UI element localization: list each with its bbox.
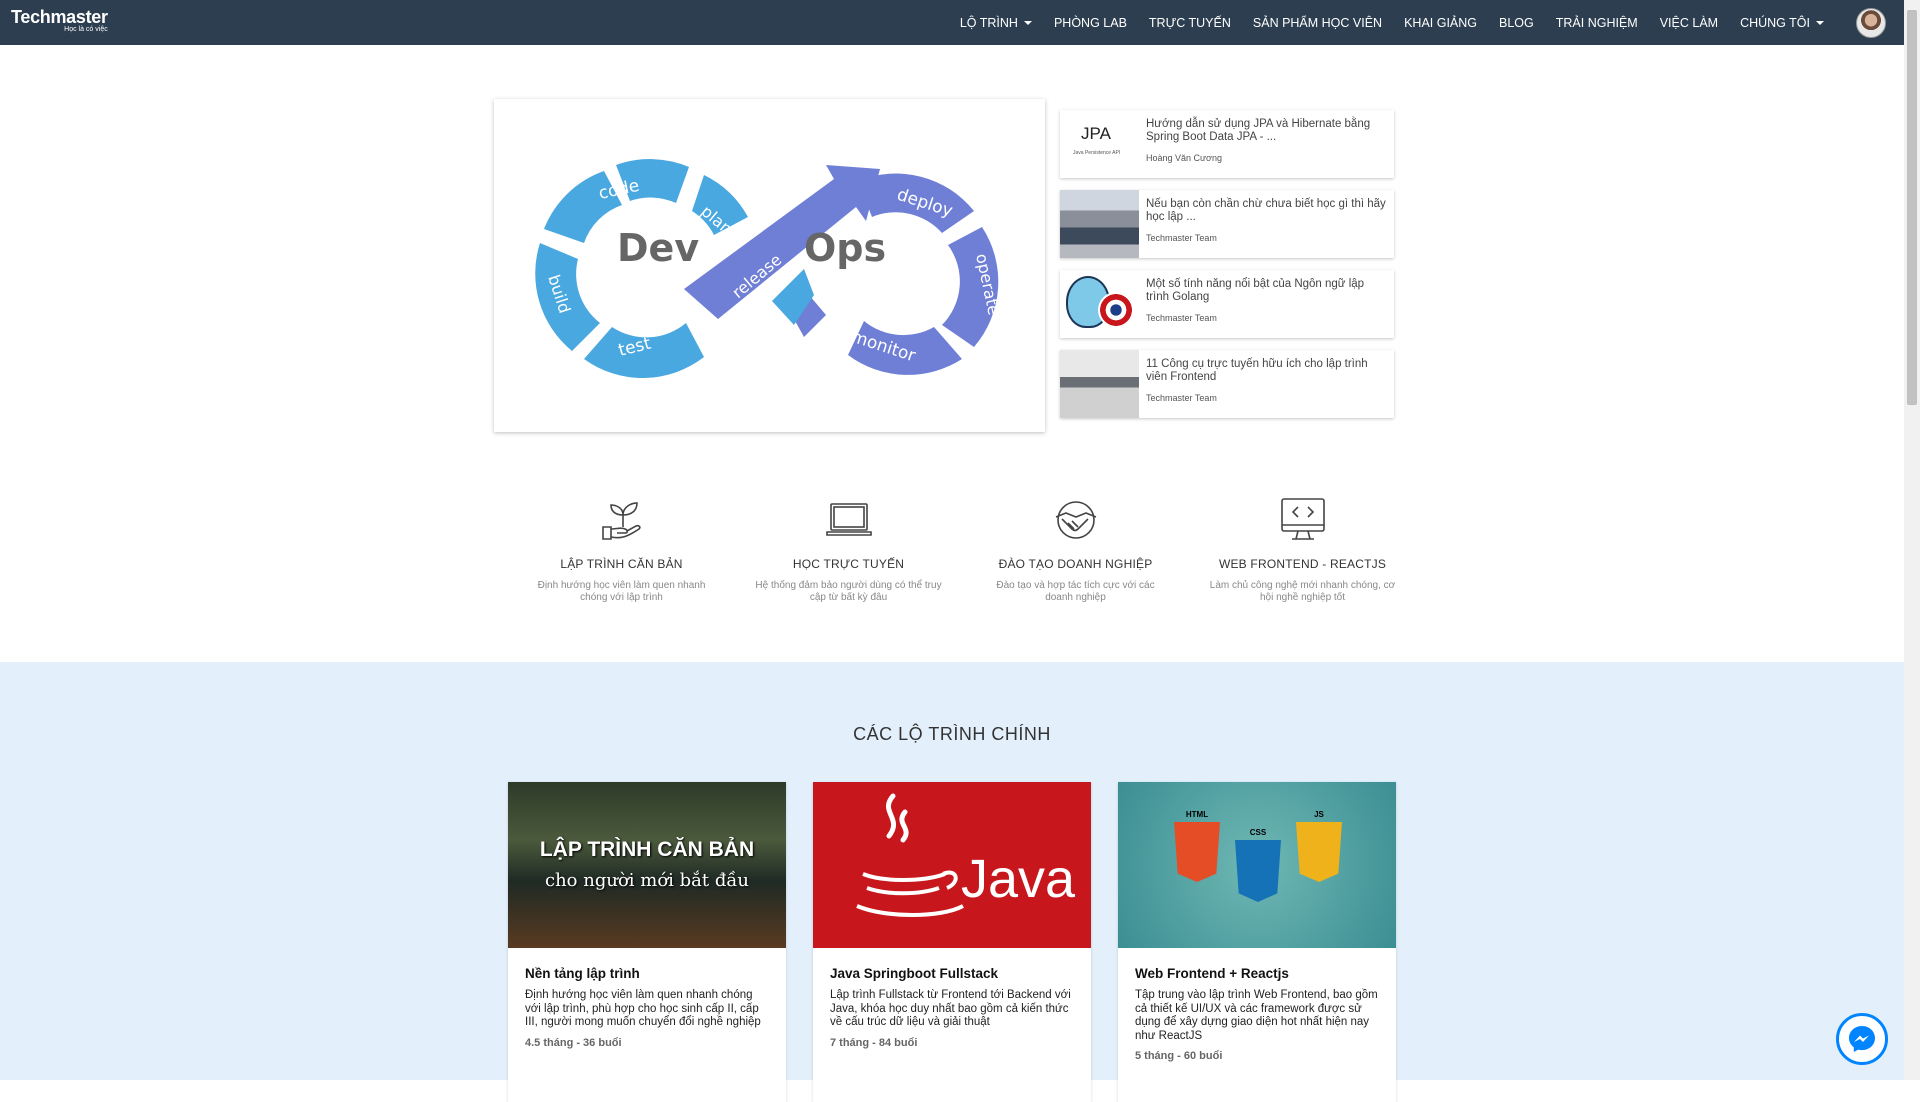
course-card[interactable]: Java Java Springboot Fullstack Lập trình… [813, 782, 1091, 1102]
caret-down-icon [1023, 20, 1032, 25]
nav-item-viec-lam[interactable]: VIỆC LÀM [1660, 16, 1718, 30]
post-title[interactable]: Nếu bạn còn chần chừ chưa biết học gì th… [1146, 198, 1386, 224]
nav-item-label: VIỆC LÀM [1659, 15, 1719, 30]
feature-item: ĐÀO TẠO DOANH NGHIỆP Đào tạo và hợp tác … [962, 494, 1189, 604]
post-thumbnail [1060, 270, 1139, 338]
feature-desc: Hệ thống đảm bảo người dùng có thể truy … [755, 580, 942, 603]
nav-item-label: BLOG [1499, 15, 1534, 30]
nav-item-trai-nghiem[interactable]: TRẢI NGHIỆM [1556, 16, 1638, 30]
nav-item-truc-tuyen[interactable]: TRỰC TUYẾN [1149, 16, 1231, 30]
java-logo-text: Java [961, 849, 1076, 909]
section-title: CÁC LỘ TRÌNH CHÍNH [853, 724, 1051, 744]
nav-item-label: TRẢI NGHIỆM [1555, 15, 1638, 30]
nav-item-san-pham-hoc-vien[interactable]: SẢN PHẨM HỌC VIÊN [1253, 16, 1382, 30]
feature-desc: Làm chủ công nghệ mới nhanh chóng, cơ hộ… [1209, 580, 1396, 603]
messenger-chat-button[interactable] [1836, 1013, 1888, 1065]
course-card[interactable]: LẬP TRÌNH CĂN BẢN cho người mới bắt đầu … [508, 782, 786, 1102]
js-badge-label: JS [1314, 810, 1324, 819]
nav-item-blog[interactable]: BLOG [1499, 16, 1534, 30]
nav-item-label: SẢN PHẨM HỌC VIÊN [1252, 15, 1383, 30]
nav-item-label: LỘ TRÌNH [959, 15, 1018, 30]
nav-item-phong-lab[interactable]: PHÒNG LAB [1054, 16, 1127, 30]
course-card[interactable]: HTML CSS JS Web Frontend + Reactjs Tập t… [1118, 782, 1396, 1102]
top-navbar: Techmaster Học là có việc LỘ TRÌNH PHÒNG… [0, 0, 1904, 45]
feature-title: ĐÀO TẠO DOANH NGHIỆP [998, 557, 1153, 571]
course-name[interactable]: Nền tảng lập trình [525, 966, 769, 981]
post-card[interactable]: Một số tính năng nổi bật của Ngôn ngữ lậ… [1060, 270, 1394, 338]
caret-down-icon [1816, 20, 1824, 25]
post-thumbnail [1060, 190, 1139, 258]
jpa-logo-subtext: Java Persistence API [1073, 150, 1121, 156]
course-desc: Định hướng học viên làm quen nhanh chóng… [525, 989, 761, 1028]
messenger-icon [1849, 1026, 1875, 1052]
jpa-logo-text: JPA [1081, 124, 1111, 143]
feature-desc: Đào tạo và hợp tác tích cực với các doan… [996, 580, 1155, 603]
post-thumbnail: JPA Java Persistence API [1060, 110, 1139, 178]
feature-title: HỌC TRỰC TUYẾN [792, 557, 905, 571]
code-monitor-icon [1189, 494, 1416, 546]
laptop-icon [735, 494, 962, 546]
feature-item: HỌC TRỰC TUYẾN Hệ thống đảm bảo người dù… [735, 494, 962, 604]
post-card[interactable]: Nếu bạn còn chần chừ chưa biết học gì th… [1060, 190, 1394, 258]
nav-menu: LỘ TRÌNH PHÒNG LAB TRỰC TUYẾN SẢN PHẨM H… [938, 0, 1824, 45]
brand-logo[interactable]: Techmaster Học là có việc [11, 7, 108, 34]
nav-item-label: CHÚNG TÔI [1740, 15, 1810, 30]
course-image: Java [813, 782, 1091, 948]
post-title[interactable]: Một số tính năng nổi bật của Ngôn ngữ lậ… [1146, 278, 1386, 304]
scrollbar-thumb[interactable] [1907, 10, 1917, 405]
features-row: LẬP TRÌNH CĂN BẢN Định hướng học viên là… [508, 494, 1416, 604]
course-image: LẬP TRÌNH CĂN BẢN cho người mới bắt đầu [508, 782, 786, 948]
js-badge-icon [1296, 822, 1342, 882]
post-author: Techmaster Team [1146, 313, 1217, 323]
nav-item-label: KHAI GIẢNG [1404, 15, 1478, 30]
html5-badge-icon [1174, 822, 1220, 882]
course-image-subtitle: cho người mới bắt đầu [545, 870, 749, 891]
course-name[interactable]: Web Frontend + Reactjs [1135, 966, 1379, 981]
nav-item-lo-trinh[interactable]: LỘ TRÌNH [960, 16, 1032, 30]
nav-item-khai-giang[interactable]: KHAI GIẢNG [1404, 16, 1477, 30]
devops-infinity-image: Dev Ops code plan build test release dep… [535, 159, 1004, 379]
post-title[interactable]: 11 Công cụ trực tuyến hữu ích cho lập tr… [1146, 358, 1386, 384]
post-author: Hoàng Văn Cương [1146, 153, 1222, 163]
feature-item: WEB FRONTEND - REACTJS Làm chủ công nghệ… [1189, 494, 1416, 604]
course-name[interactable]: Java Springboot Fullstack [830, 966, 1074, 981]
feature-title: WEB FRONTEND - REACTJS [1218, 557, 1387, 571]
feature-desc: Định hướng học viên làm quen nhanh chóng… [537, 580, 706, 603]
post-thumbnail [1060, 350, 1139, 418]
page-scrollbar[interactable] [1904, 0, 1920, 1080]
user-avatar[interactable] [1856, 8, 1886, 38]
course-meta: 7 tháng - 84 buổi [830, 1036, 918, 1049]
course-image-title: LẬP TRÌNH CĂN BẢN [539, 838, 755, 861]
css-badge-label: CSS [1249, 828, 1267, 837]
plant-hand-icon [508, 494, 735, 546]
brand-name: Techmaster [11, 7, 108, 27]
recent-posts-list: JPA Java Persistence API Hướng dẫn sử dụ… [1060, 110, 1394, 430]
nav-item-chung-toi[interactable]: CHÚNG TÔI [1740, 16, 1824, 30]
post-card[interactable]: 11 Công cụ trực tuyến hữu ích cho lập tr… [1060, 350, 1394, 418]
course-desc: Lập trình Fullstack từ Frontend tới Back… [830, 989, 1071, 1028]
post-title[interactable]: Hướng dẫn sử dụng JPA và Hibernate bằng … [1146, 118, 1386, 144]
main-routes-section: CÁC LỘ TRÌNH CHÍNH LẬP TRÌNH CĂN BẢN cho… [0, 662, 1904, 1102]
handshake-icon [962, 494, 1189, 546]
devops-dev-label: Dev [617, 226, 699, 270]
course-image: HTML CSS JS [1118, 782, 1396, 948]
feature-item: LẬP TRÌNH CĂN BẢN Định hướng học viên là… [508, 494, 735, 604]
feature-title: LẬP TRÌNH CĂN BẢN [560, 557, 683, 571]
post-author: Techmaster Team [1146, 233, 1217, 243]
hero-banner[interactable]: Dev Ops code plan build test release dep… [494, 99, 1045, 432]
course-desc: Tập trung vào lập trình Web Frontend, ba… [1135, 989, 1378, 1042]
html-badge-label: HTML [1185, 810, 1209, 819]
post-author: Techmaster Team [1146, 393, 1217, 403]
nav-item-label: TRỰC TUYẾN [1148, 15, 1231, 30]
brand-tagline: Học là có việc [64, 26, 108, 33]
nav-item-label: PHÒNG LAB [1053, 15, 1127, 30]
devops-ops-label: Ops [804, 226, 886, 270]
css3-badge-icon [1235, 840, 1281, 902]
course-meta: 5 tháng - 60 buổi [1135, 1050, 1223, 1062]
post-card[interactable]: JPA Java Persistence API Hướng dẫn sử dụ… [1060, 110, 1394, 178]
course-meta: 4.5 tháng - 36 buổi [525, 1036, 622, 1049]
